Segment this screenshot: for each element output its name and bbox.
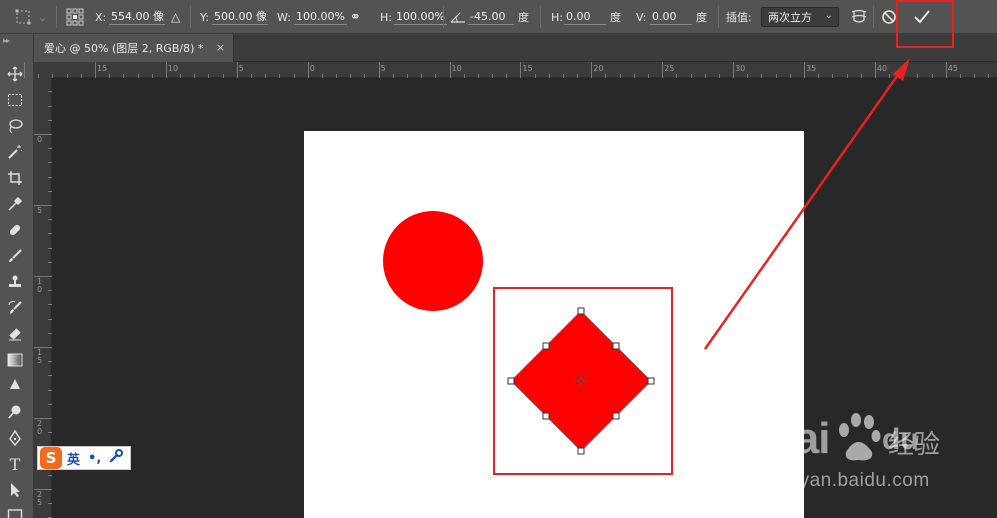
baidu-paw-icon	[839, 413, 881, 461]
watermark-brand-cn: 经验	[887, 430, 940, 460]
baidu-jingyan-watermark: Bai du 经验 jingyan.baidu.com	[764, 412, 954, 502]
watermark-url: jingyan.baidu.com	[768, 470, 930, 491]
watermark-brand-bai: Bai	[764, 414, 830, 463]
